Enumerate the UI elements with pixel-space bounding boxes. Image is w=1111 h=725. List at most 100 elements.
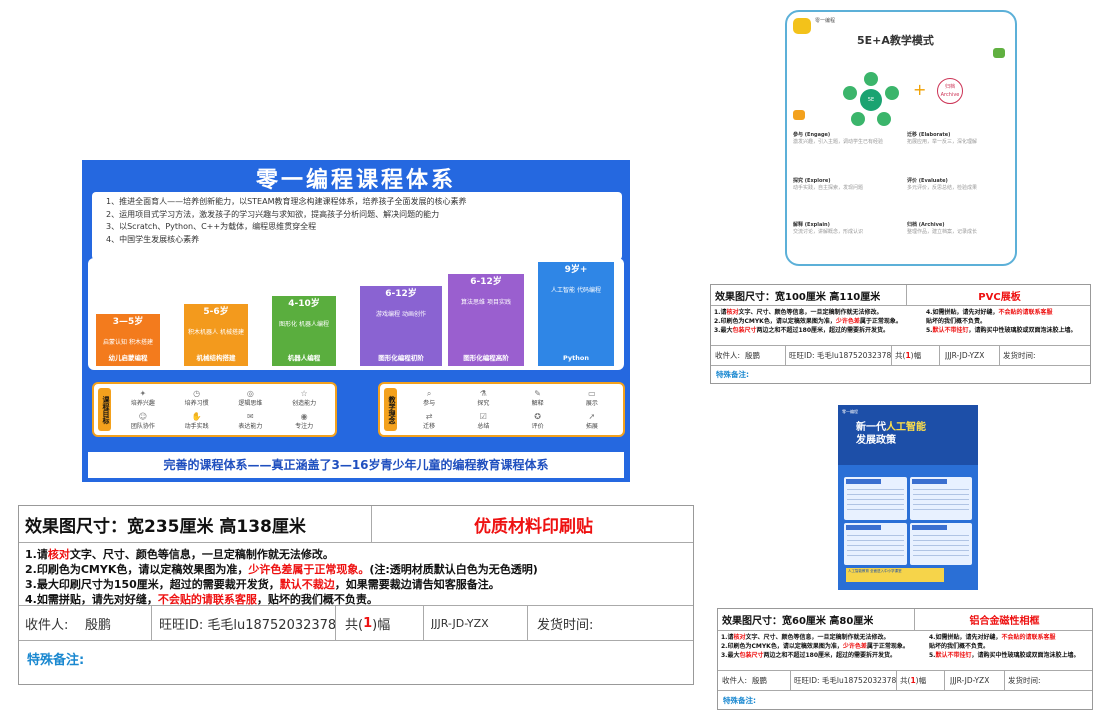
panel-item: ⌕ 参与	[402, 387, 456, 410]
panel-item-label: 培养习惯	[184, 400, 209, 408]
spec-note: 4.如需拼贴，请先对好缝，不会贴的请联系客服，贴坏的我们概不负责。	[25, 593, 378, 606]
spec-note: 2.印刷色为CMYK色，请以定稿效果图为准，少许色差属于正常现象。(注:透明材质…	[25, 563, 538, 576]
cycle-node	[851, 112, 865, 126]
wangwang-id: 旺旺ID: 毛毛lu18752032378	[794, 676, 897, 685]
receiver-label: 收件人:	[722, 676, 748, 685]
panel-item: ⇄ 迁移	[402, 410, 456, 433]
search-icon: ⌕	[426, 389, 432, 399]
panel-item: ➚ 拓展	[565, 410, 619, 433]
spec-table-aluminum: 效果图尺寸：宽60厘米 高80厘米 铝合金磁性相框 1.请核对文字、尺寸、颜色等…	[717, 608, 1093, 710]
rocket-icon: ➚	[588, 411, 596, 421]
course-step: 6-12岁 游戏编程 动画创作 图形化编程初阶	[360, 286, 442, 366]
course-step: 9岁+ 人工智能 代码编程 Python	[538, 262, 614, 366]
spec-note: 4.如需拼贴，请先对好缝，不会贴的请联系客服	[929, 634, 1056, 641]
course-stairs: 3—5岁 启蒙认知 积木搭建 幼儿启蒙编程 5-6岁 积木机器人 机械搭建 机械…	[88, 258, 624, 370]
step-body: 人工智能 代码编程	[551, 287, 601, 294]
goal-line: 2、运用项目式学习方法，激发孩子的学习兴趣与求知欲，提高孩子分析问题、解决问题的…	[106, 209, 440, 219]
spec-table-pvc: 效果图尺寸：宽100厘米 高110厘米 PVC展板 1.请核对文字、尺寸、颜色等…	[710, 284, 1091, 384]
policy-grid	[844, 477, 972, 565]
step-body: 游戏编程 动画创作	[376, 311, 426, 318]
cycle-center: 5E	[860, 89, 882, 111]
panel-item-label: 评价	[531, 422, 544, 430]
panel-item-label: 动手实践	[184, 422, 209, 430]
teaching-method-panel: 教学理念 ⌕ 参与 ⚗ 探究 ✎ 解释 ▭ 展示 ⇄ 迁移 ☑ 总结 ✪ 评价 ➚ 拓展	[378, 382, 625, 437]
panel-item: ◉ 专注力	[277, 410, 331, 433]
flask-icon: ⚗	[479, 389, 487, 399]
poster-footer: 完善的课程体系——真正涵盖了3—16岁青少年儿童的编程教育课程体系	[88, 452, 624, 478]
spec-note: 1.请核对文字、尺寸、颜色等信息，一旦定稿制作就无法修改。	[25, 548, 334, 561]
robot-icon	[793, 110, 805, 120]
panel-item-label: 专注力	[295, 422, 314, 430]
panel-tag: 教学理念	[384, 388, 397, 431]
special-remark-label: 特殊备注:	[27, 653, 85, 668]
copies: 共(1)幅	[895, 351, 922, 360]
step-name: 机器人编程	[287, 354, 321, 362]
spec-note: 4.如需拼贴，请先对好缝，不会贴的请联系客服	[926, 309, 1053, 316]
spec-table-large: 效果图尺寸：宽235厘米 高138厘米 优质材料印刷贴 1.请核对文字、尺寸、颜…	[18, 505, 694, 685]
checklist-icon: ☑	[479, 411, 487, 421]
model-section: 归档 (Archive) 整理作品，建立档案，记录成长	[907, 222, 978, 235]
step-body: 积木机器人 机械搭建	[188, 329, 244, 336]
spec-note: 1.请核对文字、尺寸、颜色等信息，一旦定稿制作就无法修改。	[714, 309, 883, 316]
archive-circle: 归档 Archive	[937, 78, 963, 104]
step-name: Python	[563, 354, 589, 362]
panel-item-label: 团队协作	[130, 422, 155, 430]
teaching-model-card: 零一编程 5E+A教学模式 5E + 归档 Archive 参与 (Engage)…	[785, 10, 1017, 266]
panel-item-label: 探究	[477, 400, 490, 408]
cycle-node	[885, 86, 899, 100]
panel-item: ✎ 解释	[511, 387, 565, 410]
poster-title: 新一代人工智能 发展政策	[856, 422, 926, 446]
policy-box	[844, 477, 907, 520]
ship-time-label: 发货时间:	[537, 617, 594, 633]
panel-item-label: 总结	[477, 422, 490, 430]
panel-item-label: 培养兴趣	[130, 400, 155, 408]
step-body: 图形化 机器人编程	[279, 321, 329, 328]
spec-note: 2.印刷色为CMYK色，请以定稿效果图为准，少许色差属于正常现象。	[714, 318, 902, 325]
course-step: 5-6岁 积木机器人 机械搭建 机械结构搭建	[184, 304, 248, 366]
cycle-node	[877, 112, 891, 126]
lightbulb-icon: ✦	[139, 389, 147, 399]
model-section: 评价 (Evaluate) 多元评价，反思总结，检验成果	[907, 178, 978, 191]
policy-box	[909, 522, 972, 565]
pencil-icon: ✎	[534, 389, 541, 399]
step-age: 3—5岁	[112, 317, 144, 327]
spec-note: 3.最大印刷尺寸为150厘米，超过的需要裁开发货，默认不裁边，如果需要裁边请告知…	[25, 578, 500, 591]
panel-tag: 课程目标	[98, 388, 111, 431]
panel-item: ✪ 评价	[511, 410, 565, 433]
speech-icon: ✉	[247, 411, 254, 421]
spec-note: 2.印刷色为CMYK色，请以定稿效果图为准，少许色差属于正常现象。	[721, 643, 909, 650]
spec-size: 效果图尺寸：宽235厘米 高138厘米	[25, 516, 306, 537]
spec-note: 5.默认不带挂钉，请购买中性玻璃胶或双面泡沫胶上墙。	[926, 327, 1077, 334]
share-icon: ⇄	[425, 411, 433, 421]
spec-note: 5.默认不带挂钉，请购买中性玻璃胶或双面泡沫胶上墙。	[929, 652, 1080, 659]
star-icon: ☆	[300, 389, 308, 399]
panel-item: ✉ 表达能力	[224, 410, 278, 433]
brand-name: 零一编程	[815, 18, 836, 24]
model-section: 探究 (Explore) 动手实践，自主探索，发现问题	[793, 178, 864, 191]
poster-title: 零一编程课程体系	[255, 168, 456, 193]
course-step: 4-10岁 图形化 机器人编程 机器人编程	[272, 296, 336, 366]
panel-item-label: 拓展	[585, 422, 598, 430]
hand-icon: ✋	[191, 411, 202, 421]
target-icon: ◉	[300, 411, 308, 421]
panel-item-label: 表达能力	[238, 422, 263, 430]
spec-note: 贴坏的我们概不负责。	[929, 643, 990, 650]
cycle-node	[843, 86, 857, 100]
step-age: 9岁+	[564, 265, 588, 275]
course-step: 6-12岁 算法思维 项目实践 图形化编程高阶	[448, 274, 524, 366]
goal-line: 4、中国学生发展核心素养	[106, 234, 200, 244]
goal-line: 1、推进全面育人——培养创新能力，以STEAM教育理念构建课程体系，培养孩子全面…	[106, 197, 467, 206]
panel-item: ▭ 展示	[565, 387, 619, 410]
spec-material: 铝合金磁性相框	[914, 609, 1094, 630]
model-section: 迁移 (Elaborate) 拓展应用，举一反三，深化理解	[907, 132, 978, 145]
spec-note: 3.最大包装尺寸两边之和不超过180厘米，超过的需要拆开发货。	[721, 652, 897, 659]
spec-note: 3.最大包装尺寸两边之和不超过180厘米，超过的需要拆开发货。	[714, 327, 890, 334]
step-body: 启蒙认知 积木搭建	[103, 339, 153, 346]
wangwang-id: 旺旺ID: 毛毛lu18752032378	[159, 617, 337, 633]
panel-item-label: 迁移	[423, 422, 436, 430]
policy-box	[844, 522, 907, 565]
ship-time-label: 发货时间:	[1003, 351, 1036, 360]
cycle-node	[864, 72, 878, 86]
panel-item: ✋ 动手实践	[170, 410, 224, 433]
spec-material: PVC展板	[906, 285, 1092, 305]
